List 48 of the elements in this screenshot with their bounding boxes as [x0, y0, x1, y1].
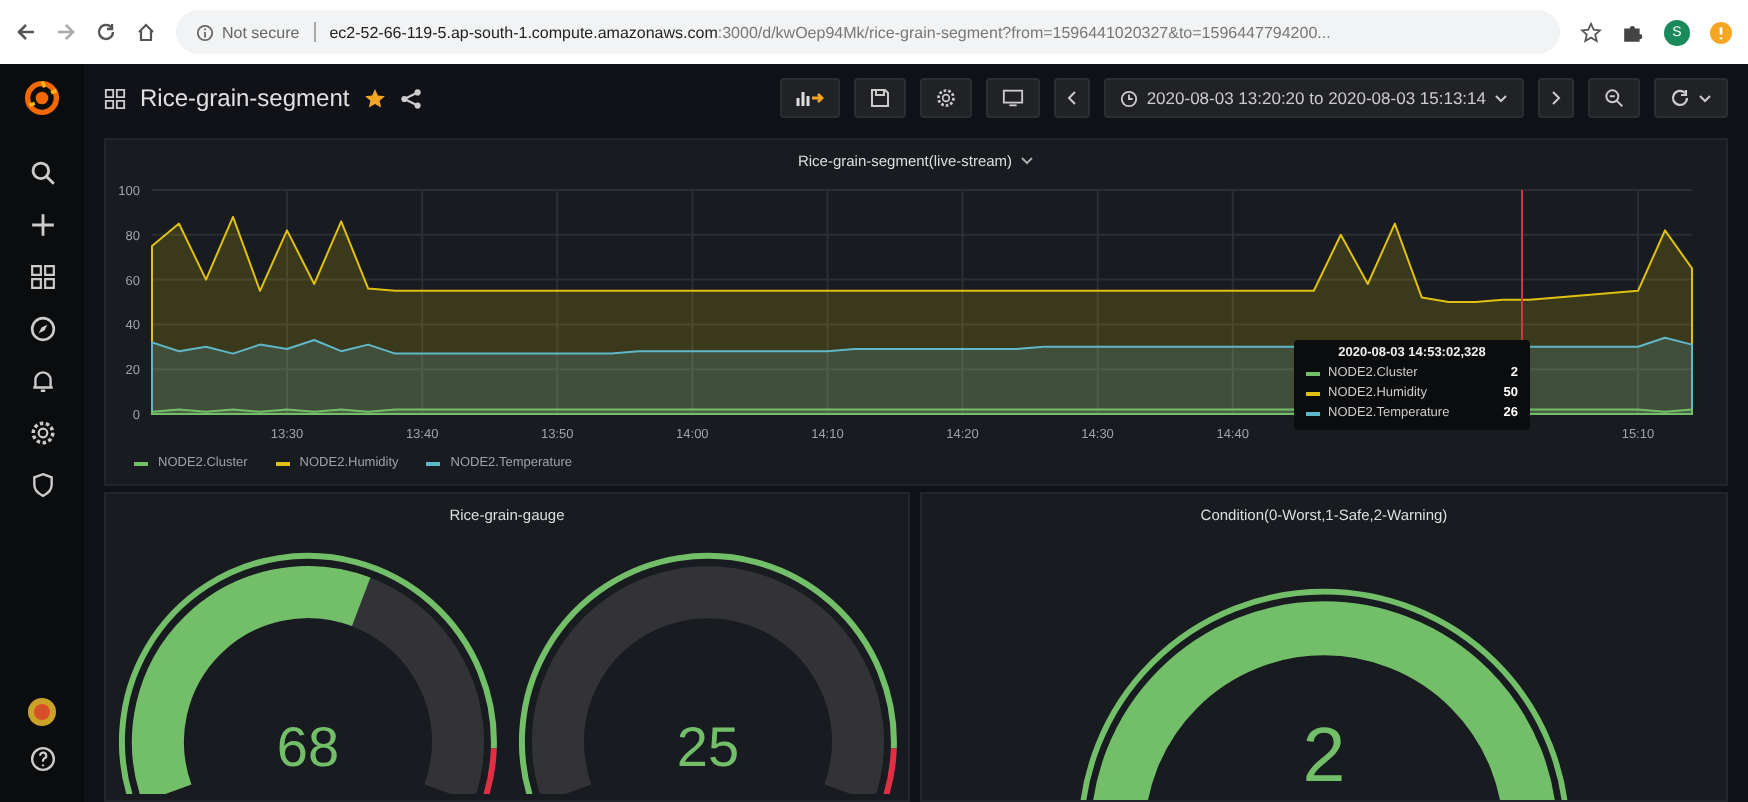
zoom-out-icon	[1604, 88, 1624, 108]
logo-icon[interactable]	[24, 80, 60, 116]
tv-mode-button[interactable]	[986, 78, 1041, 118]
settings-icon	[936, 88, 957, 108]
url-host: ec2-52-66-119-5.ap-south-1.compute.amazonaws.com	[329, 23, 718, 41]
save-icon	[870, 88, 891, 108]
plus-icon[interactable]	[29, 212, 55, 238]
save-button[interactable]	[854, 78, 907, 118]
bell-icon[interactable]	[29, 368, 55, 394]
shield-icon[interactable]	[29, 472, 55, 498]
star-icon[interactable]	[363, 87, 386, 109]
info-icon	[196, 23, 214, 41]
refresh-icon	[1670, 88, 1690, 108]
bookmark-star-icon[interactable]	[1580, 21, 1602, 43]
gauge-value: 68	[275, 716, 339, 778]
help-icon[interactable]	[29, 746, 55, 772]
add-panel-button[interactable]	[780, 78, 841, 118]
chevron-right-icon	[1550, 90, 1562, 106]
back-icon[interactable]	[16, 22, 36, 42]
address-bar[interactable]: Not secure ec2-52-66-119-5.ap-south-1.compute.amazonaws.com:3000/d/kwOep94Mk/rice-grain-segment?from=1596441020327&to=1596447794200...	[176, 10, 1560, 54]
time-forward-button[interactable]	[1538, 78, 1574, 118]
bar-chart-icon	[796, 88, 825, 108]
compass-icon[interactable]	[29, 316, 55, 342]
settings-icon[interactable]	[29, 420, 55, 446]
puzzle-icon[interactable]	[1622, 21, 1644, 43]
caret-icon	[1698, 93, 1712, 103]
url-path: :3000/d/kwOep94Mk/rice-grain-segment?from=1596441020327&to=1596447794200...	[717, 23, 1331, 41]
dashboard-title[interactable]: Rice-grain-segment	[140, 84, 350, 112]
time-range-picker[interactable]: 2020-08-03 13:20:20 to 2020-08-03 15:13:14	[1104, 78, 1524, 118]
time-back-button[interactable]	[1054, 78, 1091, 118]
caret-icon[interactable]	[1020, 155, 1035, 165]
dashboards-icon[interactable]	[104, 87, 126, 109]
zoom-out-button[interactable]	[1588, 78, 1640, 118]
stat-value: 2	[1302, 712, 1346, 799]
reload-icon[interactable]	[96, 22, 116, 42]
clock-icon	[1120, 89, 1139, 107]
gauge-value: 25	[675, 716, 739, 778]
dashboards-icon[interactable]	[29, 264, 55, 290]
home-icon[interactable]	[136, 22, 156, 42]
user-avatar-icon[interactable]	[28, 698, 56, 726]
monitor-icon	[1002, 88, 1025, 108]
refresh-button[interactable]	[1654, 78, 1728, 118]
security-label: Not secure	[222, 23, 300, 41]
caret-icon	[1494, 93, 1508, 103]
search-icon[interactable]	[29, 160, 55, 186]
chevron-left-icon	[1066, 90, 1079, 106]
share-icon[interactable]	[399, 87, 422, 109]
settings-button[interactable]	[920, 78, 973, 118]
